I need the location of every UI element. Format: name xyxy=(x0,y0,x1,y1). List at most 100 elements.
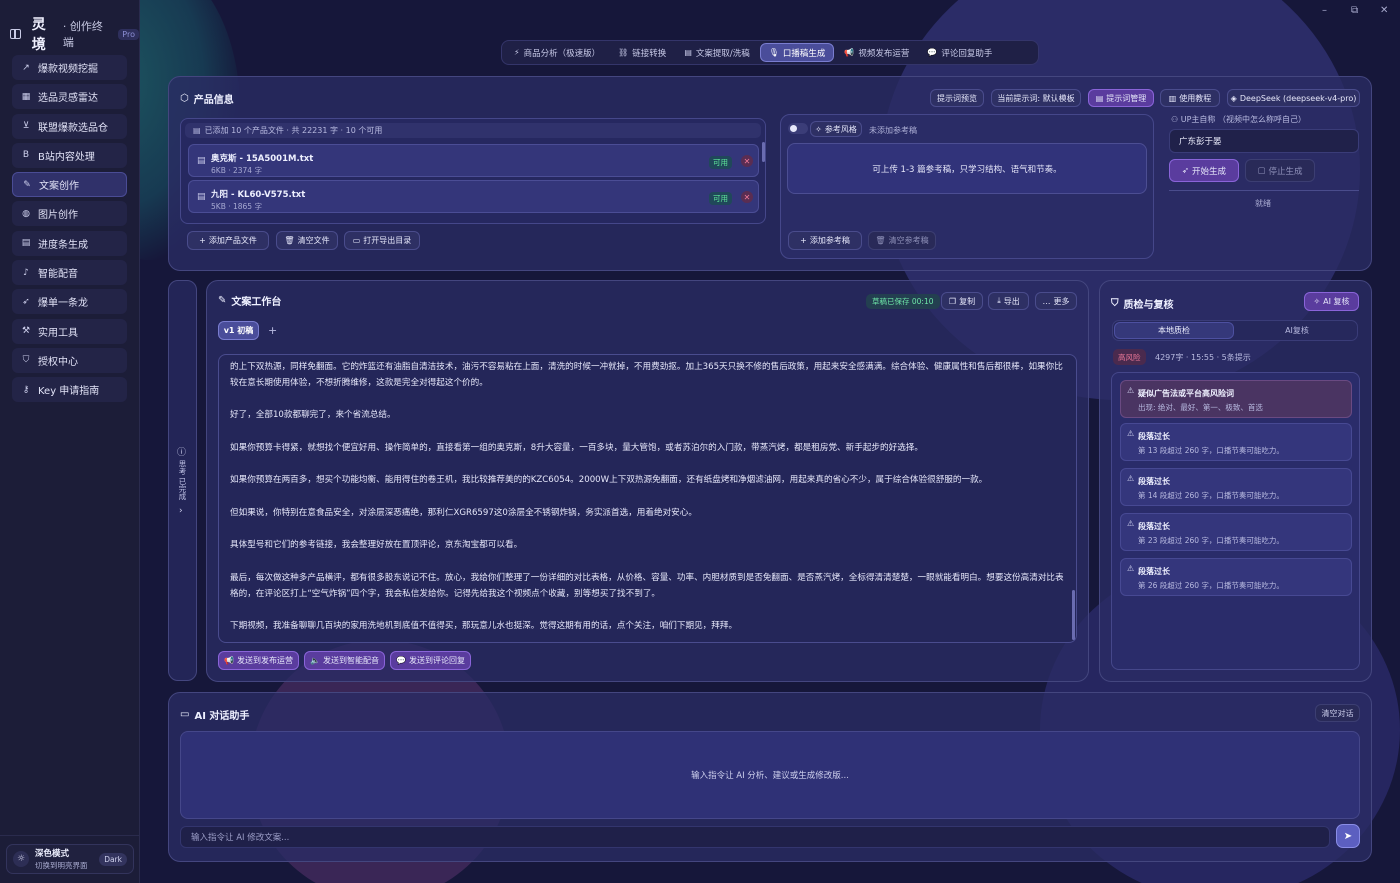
sidebar-item-alliance-warehouse[interactable]: ⊻ 联盟爆款选品仓 xyxy=(12,113,127,139)
issue-item[interactable]: ⚠ 疑似广告法或平台高风险词 出现: 绝对、最好、第一、极致、首选 xyxy=(1120,380,1352,418)
folder-icon: ▭ xyxy=(352,236,361,245)
sidebar-item-trending-video[interactable]: ↗ 爆款视频挖掘 xyxy=(12,55,127,80)
sidebar-item-key-guide[interactable]: ⚷ Key 申请指南 xyxy=(12,377,127,403)
copy-button[interactable]: ❐ 复制 xyxy=(941,292,983,310)
open-export-dir-button[interactable]: ▭ 打开导出目录 xyxy=(344,231,420,250)
sidebar-item-label: 爆款视频挖掘 xyxy=(38,64,98,75)
send-to-comment-button[interactable]: 💬 发送到评论回复 xyxy=(390,651,471,670)
send-to-publish-button[interactable]: 📢 发送到发布运营 xyxy=(218,651,299,670)
tab-version-v1[interactable]: v1 初稿 xyxy=(218,321,259,340)
remove-file-button[interactable]: ✕ xyxy=(741,155,753,167)
wand-icon: ✧ xyxy=(1313,297,1321,306)
sidebar-item-label: 联盟爆款选品仓 xyxy=(38,122,108,134)
top-tabs: ⚡ 商品分析（极速版） ⛓ 链接转换 ▤ 文案提取/洗稿 🎙 口播稿生成 📢 视频发布运营… xyxy=(501,40,1039,65)
warning-icon: ⚠ xyxy=(1127,564,1135,573)
remove-file-button[interactable]: ✕ xyxy=(741,191,753,203)
speaker-icon: 🔈 xyxy=(310,656,320,665)
clear-files-button[interactable]: 🗑 清空文件 xyxy=(276,231,338,250)
close-button[interactable]: ✕ xyxy=(1380,5,1388,16)
file-row[interactable]: ▤ 九阳 - KL60-V575.txt 5KB · 1865 字 可用 ✕ xyxy=(188,180,759,213)
ai-review-button[interactable]: ✧ AI 复核 xyxy=(1304,292,1359,311)
sidebar-item-one-stop[interactable]: ➶ 爆单一条龙 xyxy=(12,289,127,315)
tab-video-publish[interactable]: 📢 视频发布运营 xyxy=(836,43,917,62)
sidebar-item-voice[interactable]: ♪ 智能配音 xyxy=(12,260,127,286)
tab-product-analysis[interactable]: ⚡ 商品分析（极速版） xyxy=(506,43,608,62)
tab-link-convert[interactable]: ⛓ 链接转换 xyxy=(610,43,674,62)
tab-script-generate[interactable]: 🎙 口播稿生成 xyxy=(759,43,835,62)
warning-icon: ⚠ xyxy=(1127,429,1135,438)
chevron-right-icon[interactable]: › xyxy=(179,506,183,516)
document-icon: ▤ xyxy=(1095,93,1104,103)
file-icon: ▤ xyxy=(197,156,206,166)
tutorial-button[interactable]: ▥ 使用教程 xyxy=(1160,89,1220,107)
quality-meta: 4297字 · 15:55 · 5条提示 xyxy=(1155,353,1251,362)
clear-reference-button[interactable]: 🗑 清空参考稿 xyxy=(868,231,936,250)
prompt-manage-button[interactable]: ▤ 提示词管理 xyxy=(1088,89,1154,107)
tab-local-check[interactable]: 本地质检 xyxy=(1114,322,1234,339)
sidebar-item-label: 文案创作 xyxy=(39,181,79,193)
tab-label: 口播稿生成 xyxy=(782,48,826,59)
issue-title: 疑似广告法或平台高风险词 xyxy=(1138,389,1234,398)
sidebar-item-label: B站内容处理 xyxy=(38,151,95,163)
file-icon: ▤ xyxy=(197,192,206,202)
prompt-preview-button[interactable]: 提示词预览 xyxy=(930,89,984,107)
issue-item[interactable]: ⚠ 段落过长 第 13 段超过 260 字，口播节奏可能吃力。 xyxy=(1120,423,1352,461)
sidebar-item-copywriting[interactable]: ✎ 文案创作 xyxy=(12,172,127,198)
up-name-input[interactable]: 广东彭于晏 xyxy=(1169,129,1359,153)
sidebar-item-tools[interactable]: ⚒ 实用工具 xyxy=(12,318,127,344)
file-status-badge: 可用 xyxy=(709,156,732,169)
scrollbar[interactable] xyxy=(762,142,765,162)
tab-copy-extract[interactable]: ▤ 文案提取/洗稿 xyxy=(676,43,757,62)
stop-generate-button[interactable]: ▢ 停止生成 xyxy=(1245,159,1315,182)
link-icon: ⛓ xyxy=(618,48,629,57)
sidebar-toggle-icon[interactable] xyxy=(10,29,21,39)
minimize-button[interactable]: – xyxy=(1322,5,1327,16)
palette-icon: ◍ xyxy=(22,208,30,219)
pen-icon: ✎ xyxy=(23,179,31,190)
start-generate-button[interactable]: ➶ 开始生成 xyxy=(1169,159,1239,182)
sidebar-item-bilibili[interactable]: B B站内容处理 xyxy=(12,142,127,168)
warning-icon: ⚠ xyxy=(1127,386,1135,395)
sidebar-item-image[interactable]: ◍ 图片创作 xyxy=(12,201,127,227)
chat-icon: ▭ xyxy=(180,709,190,720)
tab-ai-review[interactable]: AI复核 xyxy=(1237,322,1357,339)
editor-scrollbar[interactable] xyxy=(1072,590,1075,640)
model-select-button[interactable]: ◈ DeepSeek (deepseek-v4-pro) xyxy=(1227,89,1360,107)
maximize-button[interactable]: ⧉ xyxy=(1351,5,1358,16)
product-panel-title: ⬡ 产品信息 xyxy=(180,93,234,106)
plus-icon: + xyxy=(199,236,206,245)
file-name: 九阳 - KL60-V575.txt xyxy=(211,190,306,200)
send-to-voice-button[interactable]: 🔈 发送到智能配音 xyxy=(304,651,385,670)
sidebar-item-product-radar[interactable]: ▦ 选品灵感雷达 xyxy=(12,84,127,110)
file-row[interactable]: ▤ 奥克斯 - 15A5001M.txt 6KB · 2374 字 可用 ✕ xyxy=(188,144,759,177)
clear-chat-button[interactable]: 清空对话 xyxy=(1315,704,1360,722)
script-paragraph: 如果你预算卡得紧，就想找个便宜好用、操作简单的，直接看第一组的奥克斯，8升大容量… xyxy=(230,443,923,453)
add-product-file-button[interactable]: + 添加产品文件 xyxy=(187,231,269,250)
issue-desc: 第 23 段超过 260 字，口播节奏可能吃力。 xyxy=(1138,536,1284,545)
tab-label: 链接转换 xyxy=(632,48,667,59)
current-prompt-button[interactable]: 当前提示词: 默认模板 xyxy=(991,89,1081,107)
issue-item[interactable]: ⚠ 段落过长 第 23 段超过 260 字，口播节奏可能吃力。 xyxy=(1120,513,1352,551)
more-button[interactable]: … 更多 xyxy=(1035,292,1077,310)
chat-input[interactable]: 输入指令让 AI 修改文案... xyxy=(180,826,1330,848)
add-reference-button[interactable]: + 添加参考稿 xyxy=(788,231,862,250)
export-button[interactable]: ⤓ 导出 xyxy=(988,292,1029,310)
sidebar-item-progress-bar[interactable]: ▤ 进度条生成 xyxy=(12,230,127,256)
document-icon: ▤ xyxy=(684,48,692,57)
tab-comment-reply[interactable]: 💬 评论回复助手 xyxy=(919,43,1000,62)
script-editor[interactable]: 的上下双热源，同样免翻面。它的炸篮还有油脂自清洁技术，油污不容易粘在上面，清洗的… xyxy=(218,354,1077,643)
film-icon: ▤ xyxy=(21,238,31,249)
reference-style-button[interactable]: ✧ 参考风格 xyxy=(810,121,862,137)
theme-toggle[interactable]: ☼ 深色模式 切换到明亮界面 Dark xyxy=(6,844,134,874)
add-version-button[interactable]: + xyxy=(268,324,277,337)
send-icon[interactable]: ➤ xyxy=(1336,824,1360,848)
reference-style-toggle[interactable] xyxy=(788,123,808,134)
reference-dropzone[interactable]: 可上传 1-3 篇参考稿，只学习结构、语气和节奏。 xyxy=(787,143,1147,194)
wand-icon: ✧ xyxy=(815,124,822,134)
theme-title: 深色模式 xyxy=(35,849,70,859)
issue-item[interactable]: ⚠ 段落过长 第 26 段超过 260 字，口播节奏可能吃力。 xyxy=(1120,558,1352,596)
cube-icon: ⬡ xyxy=(180,93,189,104)
issue-item[interactable]: ⚠ 段落过长 第 14 段超过 260 字，口播节奏可能吃力。 xyxy=(1120,468,1352,506)
sidebar-item-license[interactable]: ⛉ 授权中心 xyxy=(12,347,127,373)
chat-icon: 💬 xyxy=(927,48,938,57)
